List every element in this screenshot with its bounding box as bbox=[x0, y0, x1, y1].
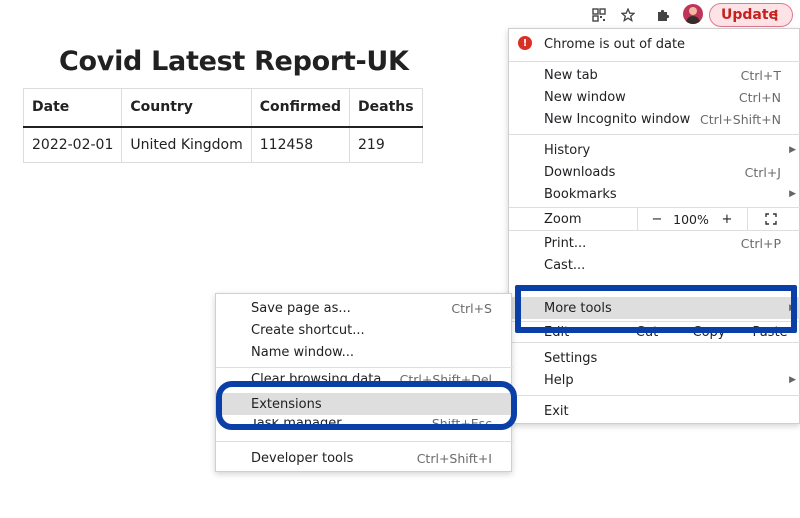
menu-item-label: Cast... bbox=[544, 257, 586, 273]
shortcut-label: Ctrl+Shift+N bbox=[700, 111, 781, 127]
fullscreen-icon[interactable] bbox=[761, 208, 781, 230]
menu-item-label: Save page as... bbox=[251, 300, 351, 316]
chrome-main-menu: ! Chrome is out of date New tab Ctrl+T N… bbox=[508, 28, 800, 424]
chevron-right-icon: ▶ bbox=[789, 189, 796, 199]
menu-item-create-shortcut[interactable]: Create shortcut... bbox=[216, 319, 513, 341]
menu-item-developer-tools[interactable]: Developer tools Ctrl+Shift+I bbox=[216, 447, 513, 469]
column-header: Confirmed bbox=[250, 88, 351, 128]
zoom-divider bbox=[747, 208, 748, 230]
zoom-in-button[interactable]: + bbox=[717, 208, 737, 230]
qr-code-icon[interactable] bbox=[590, 6, 608, 24]
menu-item-downloads[interactable]: Downloads Ctrl+J bbox=[509, 161, 800, 183]
annotation-box-more-tools bbox=[515, 285, 797, 333]
menu-item-label: Developer tools bbox=[251, 450, 354, 466]
menu-item-exit[interactable]: Exit bbox=[509, 400, 800, 422]
menu-item-new-tab[interactable]: New tab Ctrl+T bbox=[509, 64, 800, 86]
update-button[interactable]: Update ⋮ bbox=[709, 3, 793, 27]
menu-divider bbox=[509, 230, 800, 231]
shortcut-label: Ctrl+T bbox=[740, 67, 781, 83]
menu-item-new-incognito[interactable]: New Incognito window Ctrl+Shift+N bbox=[509, 108, 800, 130]
shortcut-label: Ctrl+S bbox=[451, 300, 492, 316]
shortcut-label: Ctrl+N bbox=[738, 89, 781, 105]
menu-divider bbox=[216, 367, 513, 368]
report-table: Date Country Confirmed Deaths 2022-02-01… bbox=[22, 88, 423, 163]
menu-item-out-of-date[interactable]: Chrome is out of date bbox=[509, 33, 800, 55]
profile-avatar[interactable] bbox=[683, 4, 703, 24]
menu-item-settings[interactable]: Settings bbox=[509, 347, 800, 369]
menu-divider bbox=[509, 395, 800, 396]
chevron-right-icon: ▶ bbox=[789, 375, 796, 385]
menu-item-label: Settings bbox=[544, 350, 598, 366]
page-title: Covid Latest Report-UK bbox=[59, 46, 409, 77]
table-cell: 2022-02-01 bbox=[22, 126, 123, 163]
table-cell: 112458 bbox=[250, 126, 351, 163]
menu-item-name-window[interactable]: Name window... bbox=[216, 341, 513, 363]
shortcut-label: Ctrl+J bbox=[744, 164, 781, 180]
chevron-right-icon: ▶ bbox=[789, 145, 796, 155]
menu-item-label: Exit bbox=[544, 403, 569, 419]
star-icon[interactable] bbox=[619, 6, 637, 24]
menu-divider bbox=[509, 342, 800, 343]
menu-divider bbox=[216, 441, 513, 442]
menu-item-cast[interactable]: Cast... bbox=[509, 254, 800, 276]
shortcut-label: Ctrl+P bbox=[740, 235, 781, 251]
menu-item-label: Chrome is out of date bbox=[544, 36, 686, 52]
menu-item-label: Print... bbox=[544, 235, 587, 251]
menu-item-help[interactable]: Help ▶ bbox=[509, 369, 800, 391]
table-cell: United Kingdom bbox=[121, 126, 252, 163]
menu-item-new-window[interactable]: New window Ctrl+N bbox=[509, 86, 800, 108]
menu-item-label: History bbox=[544, 142, 591, 158]
menu-item-bookmarks[interactable]: Bookmarks ▶ bbox=[509, 183, 800, 205]
menu-item-save-page[interactable]: Save page as... Ctrl+S bbox=[216, 297, 513, 319]
table-cell: 219 bbox=[349, 126, 423, 163]
column-header: Country bbox=[121, 88, 252, 128]
annotation-box-extensions bbox=[216, 381, 517, 430]
zoom-out-button[interactable]: − bbox=[647, 208, 667, 230]
zoom-level: 100% bbox=[673, 211, 709, 227]
menu-item-label: Name window... bbox=[251, 344, 355, 360]
menu-item-label: Create shortcut... bbox=[251, 322, 365, 338]
menu-divider bbox=[509, 61, 800, 62]
extensions-puzzle-icon[interactable] bbox=[654, 6, 672, 24]
menu-divider bbox=[509, 134, 800, 135]
menu-item-label: Bookmarks bbox=[544, 186, 617, 202]
column-header: Date bbox=[22, 88, 123, 128]
menu-item-label: New window bbox=[544, 89, 626, 105]
menu-item-label: New tab bbox=[544, 67, 598, 83]
menu-item-label: Downloads bbox=[544, 164, 616, 180]
table-header-row: Date Country Confirmed Deaths bbox=[22, 88, 423, 128]
zoom-divider bbox=[637, 208, 638, 230]
table-row: 2022-02-01 United Kingdom 112458 219 bbox=[22, 126, 423, 163]
more-vert-icon: ⋮ bbox=[769, 8, 783, 24]
menu-item-print[interactable]: Print... Ctrl+P bbox=[509, 232, 800, 254]
menu-item-label: Help bbox=[544, 372, 574, 388]
menu-item-label: Zoom bbox=[544, 211, 582, 227]
column-header: Deaths bbox=[349, 88, 423, 128]
browser-toolbar: Update ⋮ bbox=[0, 0, 800, 30]
menu-item-label: New Incognito window bbox=[544, 111, 691, 127]
shortcut-label: Ctrl+Shift+I bbox=[416, 450, 492, 466]
menu-item-history[interactable]: History ▶ bbox=[509, 139, 800, 161]
